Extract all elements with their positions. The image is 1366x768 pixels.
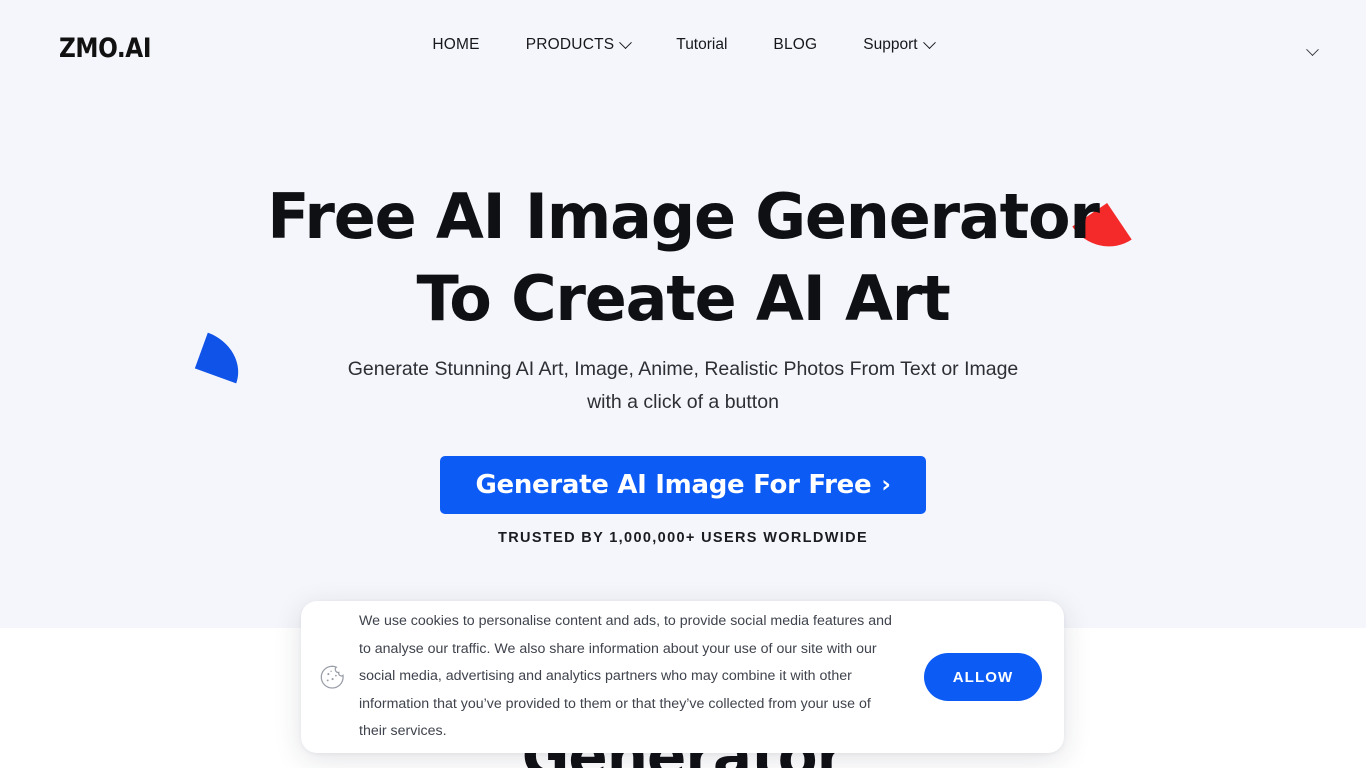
headline-line2: To Create AI Art <box>416 262 950 335</box>
allow-cookies-button[interactable]: ALLOW <box>924 653 1042 701</box>
site-header: ZMO.AI HOME PRODUCTS Tutorial BLOG Suppo… <box>0 0 1366 100</box>
cta-label: Generate AI Image For Free <box>475 470 872 500</box>
subtitle-line2: with a click of a button <box>587 391 779 413</box>
nav-item-products[interactable]: PRODUCTS <box>503 35 654 54</box>
nav-item-home[interactable]: HOME <box>409 36 502 54</box>
language-selector-toggle[interactable] <box>1302 42 1322 62</box>
nav-item-label: PRODUCTS <box>525 36 615 53</box>
nav-item-label: BLOG <box>773 36 818 53</box>
nav-item-label: Support <box>863 36 918 53</box>
main-navigation: HOME PRODUCTS Tutorial BLOG Support <box>0 35 1366 54</box>
nav-item-label: Tutorial <box>676 36 728 53</box>
subtitle-line1: Generate Stunning AI Art, Image, Anime, … <box>347 358 1019 380</box>
nav-item-tutorial[interactable]: Tutorial <box>653 36 750 54</box>
trusted-by-text: TRUSTED BY 1,000,000+ USERS WORLDWIDE <box>498 530 868 546</box>
headline-line1: Free AI Image Generator <box>267 180 1100 253</box>
cookie-consent-text: We use cookies to personalise content an… <box>359 613 892 740</box>
chevron-down-icon <box>1305 42 1319 56</box>
generate-ai-image-button[interactable]: Generate AI Image For Free › <box>440 456 926 514</box>
cookie-icon <box>319 664 345 690</box>
cookie-consent-banner: We use cookies to personalise content an… <box>301 601 1064 753</box>
nav-item-support[interactable]: Support <box>840 35 956 54</box>
chevron-down-icon <box>922 35 936 49</box>
chevron-down-icon <box>619 35 633 49</box>
chevron-right-icon: › <box>881 471 891 498</box>
page-title: Free AI Image Generator To Create AI Art <box>0 176 1366 340</box>
hero-subtitle: Generate Stunning AI Art, Image, Anime, … <box>0 353 1366 419</box>
nav-item-blog[interactable]: BLOG <box>750 36 840 54</box>
nav-item-label: HOME <box>432 36 480 53</box>
